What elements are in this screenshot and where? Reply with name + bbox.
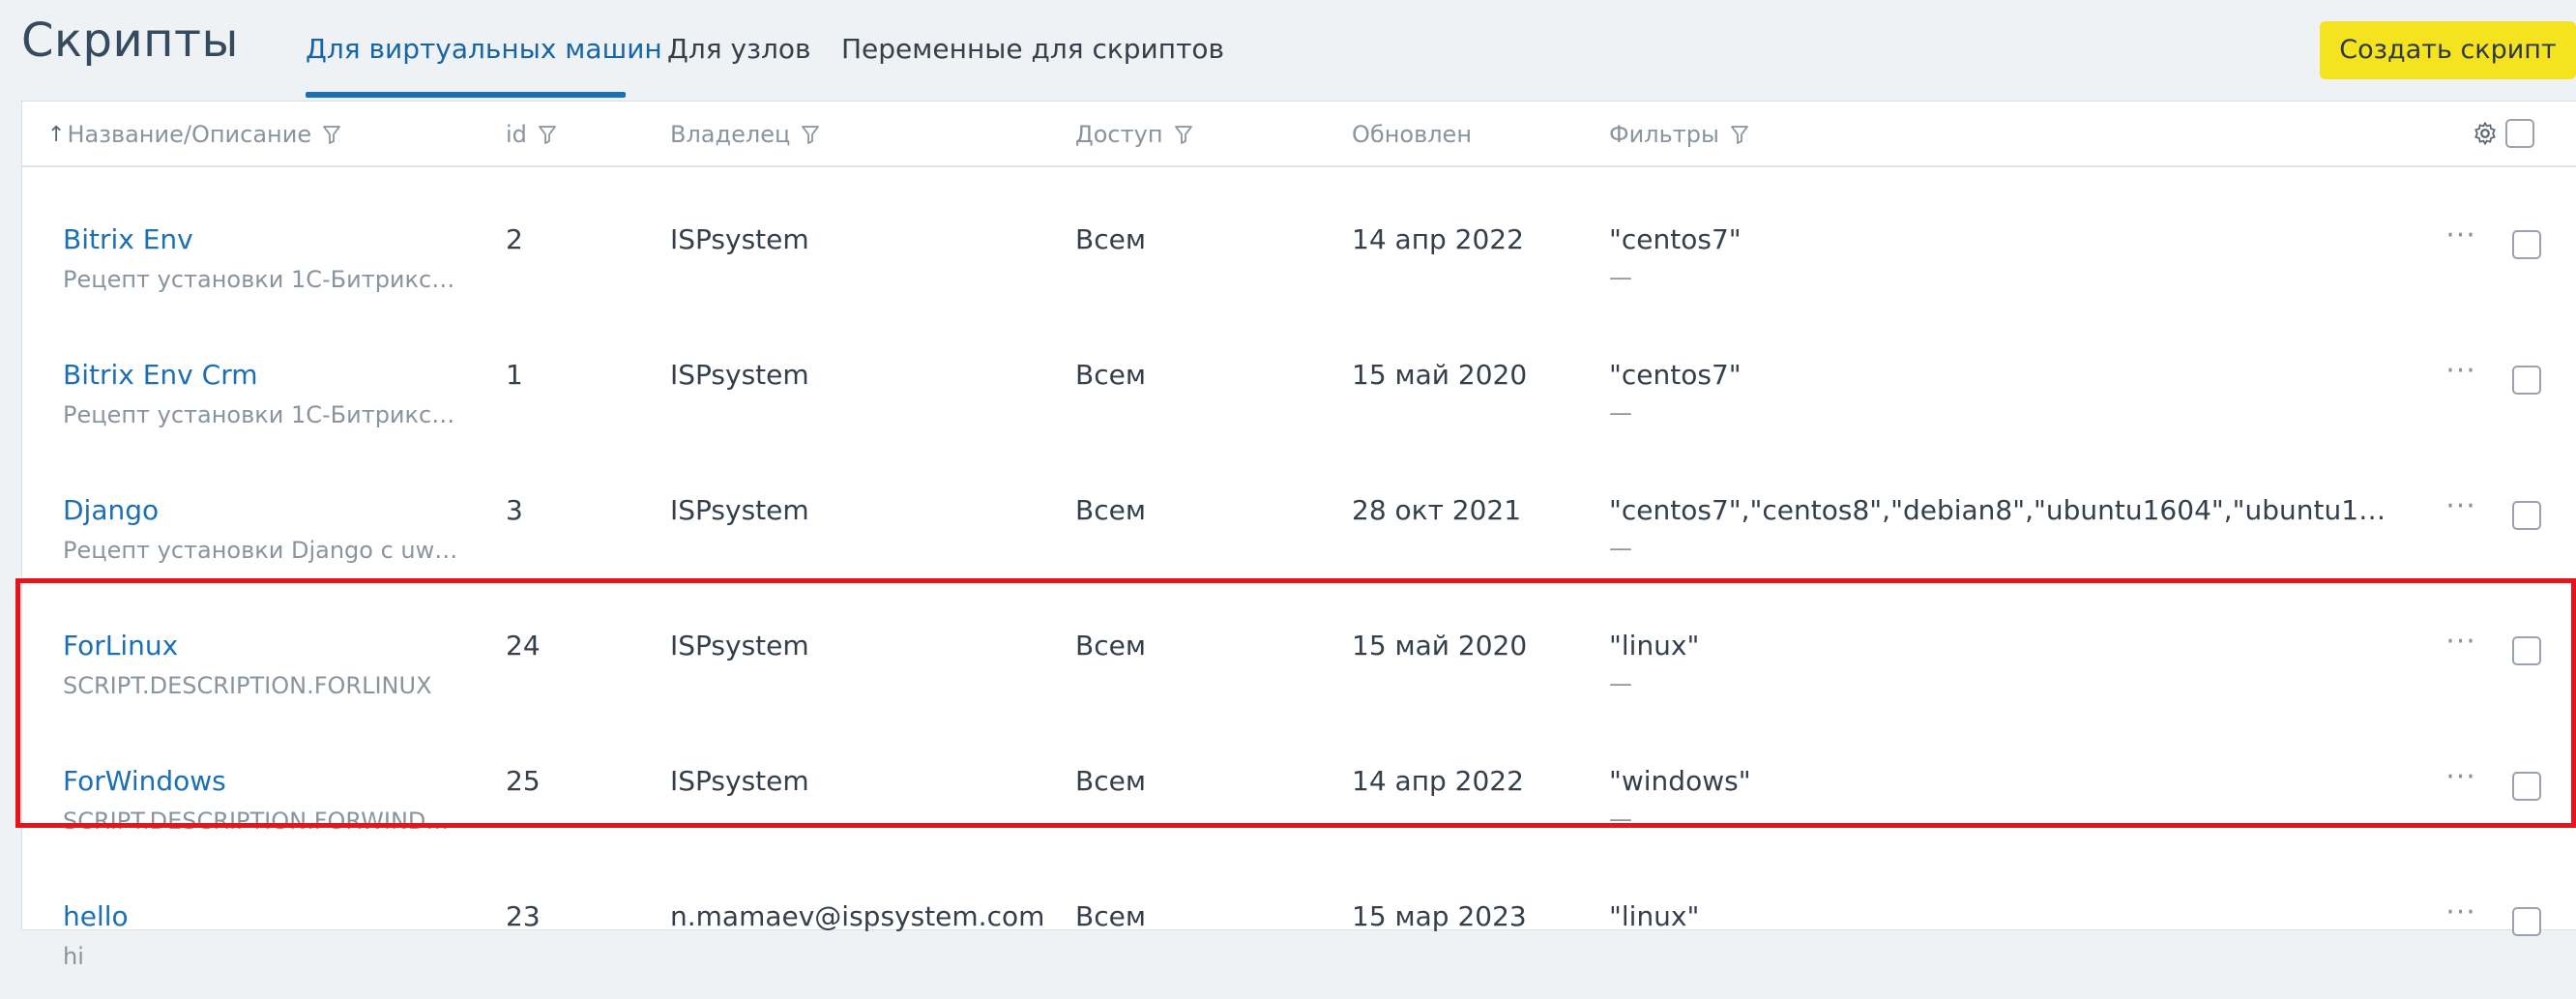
tab-nodes[interactable]: Для узлов [667, 33, 811, 65]
scripts-table: ↑ Название/Описание id Владелец Доступ О… [21, 101, 2576, 970]
select-all-checkbox[interactable] [2505, 119, 2534, 148]
create-script-button[interactable]: Создать скрипт [2320, 21, 2576, 79]
filter-icon[interactable] [1731, 125, 1748, 144]
script-updated: 15 май 2020 [1352, 630, 1528, 661]
header-owner-label: Владелец [670, 121, 791, 148]
more-horizontal-icon[interactable]: ··· [2442, 898, 2480, 933]
script-description: Рецепт установки 1С-Битрикс: Веб… [63, 266, 459, 293]
script-filters: "linux" [1609, 900, 1700, 932]
gear-icon[interactable] [2473, 121, 2498, 146]
header-access-label: Доступ [1075, 121, 1163, 148]
script-name-link[interactable]: Django [63, 494, 159, 526]
row-checkbox[interactable] [2512, 230, 2541, 259]
script-description: Рецепт установки 1С-Битрикс: CRM [63, 401, 459, 428]
filter-icon[interactable] [802, 125, 820, 144]
filter-icon[interactable] [1174, 125, 1192, 144]
script-owner: ISPsystem [670, 359, 809, 391]
script-access: Всем [1075, 359, 1146, 391]
filters-empty-dash: — [1609, 264, 1632, 291]
active-tab-indicator [306, 92, 626, 98]
more-horizontal-icon[interactable]: ··· [2442, 492, 2480, 527]
script-owner: ISPsystem [670, 630, 809, 661]
script-access: Всем [1075, 223, 1146, 255]
script-filters: "centos7","centos8","debian8","ubuntu160… [1609, 494, 2397, 526]
filter-icon[interactable] [539, 125, 556, 144]
header-access[interactable]: Доступ [1075, 121, 1192, 148]
script-updated: 14 апр 2022 [1352, 765, 1524, 797]
header-updated-label: Обновлен [1352, 121, 1473, 148]
script-description: hi [63, 943, 84, 970]
table-row[interactable]: hello hi 23 n.mamaev@ispsystem.com Всем … [22, 864, 2576, 999]
script-access: Всем [1075, 765, 1146, 797]
header-name-label: Название/Описание [67, 121, 312, 148]
header-updated[interactable]: Обновлен [1352, 121, 1472, 148]
script-access: Всем [1075, 630, 1146, 661]
row-checkbox[interactable] [2512, 907, 2541, 936]
script-id: 3 [506, 494, 523, 526]
more-horizontal-icon[interactable]: ··· [2442, 628, 2480, 662]
top-bar: Скрипты Для виртуальных машин Для узлов … [0, 0, 2576, 101]
table-row[interactable]: Bitrix Env Crm Рецепт установки 1С-Битри… [22, 322, 2576, 457]
script-id: 25 [506, 765, 541, 797]
filters-empty-dash: — [1609, 670, 1632, 697]
script-owner: ISPsystem [670, 765, 809, 797]
script-filters: "centos7" [1609, 359, 1742, 391]
filters-empty-dash: — [1609, 806, 1632, 833]
tab-script-variables[interactable]: Переменные для скриптов [841, 33, 1224, 65]
script-updated: 28 окт 2021 [1352, 494, 1522, 526]
script-name-link[interactable]: ForLinux [63, 630, 178, 661]
table-row[interactable]: Django Рецепт установки Django с uwsgi и… [22, 457, 2576, 593]
table-row[interactable]: ForLinux SCRIPT.DESCRIPTION.FORLINUX 24 … [22, 593, 2576, 728]
script-description: Рецепт установки Django с uwsgi и… [63, 537, 459, 564]
script-access: Всем [1075, 494, 1146, 526]
script-description: SCRIPT.DESCRIPTION.FORWINDOWS [63, 808, 459, 835]
header-filters-label: Фильтры [1609, 121, 1719, 148]
header-id[interactable]: id [506, 121, 556, 148]
script-access: Всем [1075, 900, 1146, 932]
more-horizontal-icon[interactable]: ··· [2442, 357, 2480, 392]
script-id: 23 [506, 900, 541, 932]
filter-icon[interactable] [323, 125, 340, 144]
script-id: 1 [506, 359, 523, 391]
row-checkbox[interactable] [2512, 636, 2541, 665]
script-name-link[interactable]: Bitrix Env Crm [63, 359, 257, 391]
more-horizontal-icon[interactable]: ··· [2442, 221, 2480, 256]
tab-vms[interactable]: Для виртуальных машин [306, 33, 662, 65]
header-filters[interactable]: Фильтры [1609, 121, 1748, 148]
script-updated: 15 мар 2023 [1352, 900, 1527, 932]
script-updated: 15 май 2020 [1352, 359, 1528, 391]
script-name-link[interactable]: hello [63, 900, 129, 932]
table-row[interactable]: ForWindows SCRIPT.DESCRIPTION.FORWINDOWS… [22, 728, 2576, 864]
row-checkbox[interactable] [2512, 772, 2541, 801]
script-id: 24 [506, 630, 541, 661]
script-updated: 14 апр 2022 [1352, 223, 1524, 255]
script-owner: n.mamaev@ispsystem.com [670, 900, 1045, 932]
sort-asc-icon[interactable]: ↑ [47, 123, 65, 147]
filters-empty-dash: — [1609, 535, 1632, 562]
script-filters: "windows" [1609, 765, 1751, 797]
script-filters: "centos7" [1609, 223, 1742, 255]
script-owner: ISPsystem [670, 494, 809, 526]
script-name-link[interactable]: ForWindows [63, 765, 226, 797]
more-horizontal-icon[interactable]: ··· [2442, 763, 2480, 798]
script-id: 2 [506, 223, 523, 255]
header-name[interactable]: ↑ Название/Описание [47, 121, 340, 148]
row-checkbox[interactable] [2512, 501, 2541, 530]
filters-empty-dash: — [1609, 399, 1632, 426]
table-row[interactable]: Bitrix Env Рецепт установки 1С-Битрикс: … [22, 187, 2576, 322]
page-title: Скрипты [21, 14, 239, 68]
script-filters: "linux" [1609, 630, 1700, 661]
script-description: SCRIPT.DESCRIPTION.FORLINUX [63, 672, 432, 699]
header-id-label: id [506, 121, 527, 148]
row-checkbox[interactable] [2512, 366, 2541, 395]
table-header: ↑ Название/Описание id Владелец Доступ О… [22, 102, 2576, 167]
script-name-link[interactable]: Bitrix Env [63, 223, 193, 255]
header-owner[interactable]: Владелец [670, 121, 820, 148]
script-owner: ISPsystem [670, 223, 809, 255]
